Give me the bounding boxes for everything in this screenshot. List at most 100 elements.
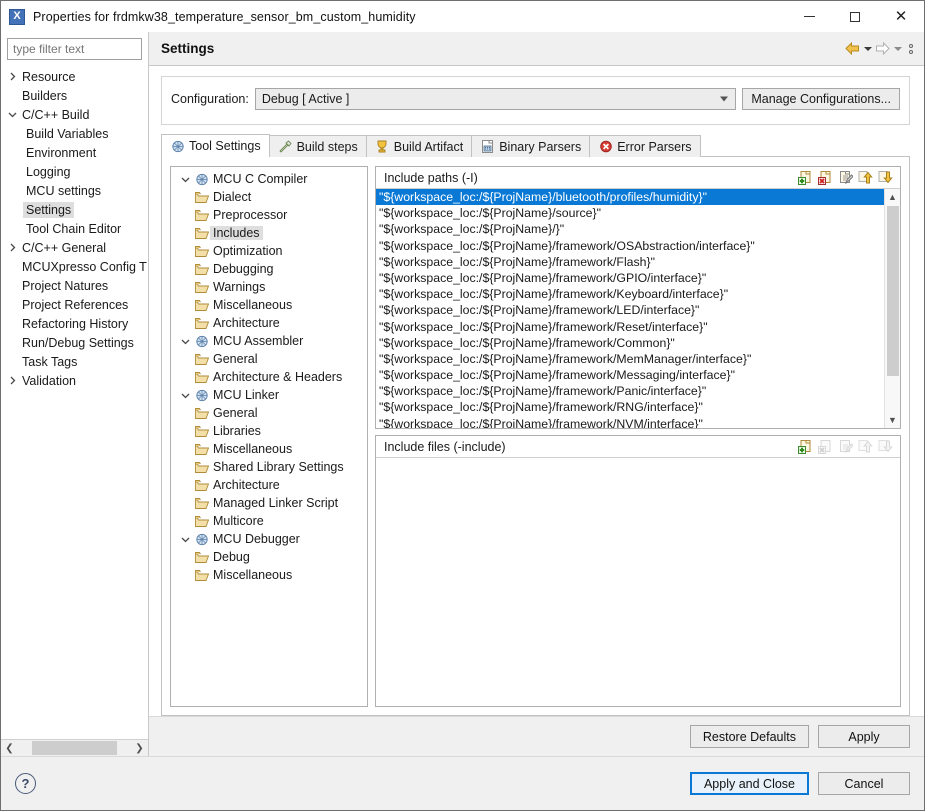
list-item[interactable]: "${workspace_loc:/${ProjName}/framework/… [376, 238, 884, 254]
tab-error-parsers[interactable]: Error Parsers [589, 135, 700, 157]
list-item[interactable]: "${workspace_loc:/${ProjName}/framework/… [376, 416, 884, 428]
scroll-left-icon[interactable]: ❮ [1, 740, 18, 756]
tool-tree-item-mcu-c-compiler[interactable]: MCU C Compiler [171, 170, 367, 188]
tool-tree-item-debug[interactable]: Debug [171, 548, 367, 566]
list-item[interactable]: "${workspace_loc:/${ProjName}/source}" [376, 205, 884, 221]
chevron-right-icon[interactable] [5, 238, 19, 257]
add-icon[interactable] [797, 438, 814, 455]
tool-tree-item-general[interactable]: General [171, 404, 367, 422]
configuration-dropdown[interactable]: Debug [ Active ] [255, 88, 737, 110]
tool-tree-item-dialect[interactable]: Dialect [171, 188, 367, 206]
tool-tree-item-miscellaneous[interactable]: Miscellaneous [171, 566, 367, 584]
scroll-down-icon[interactable]: ▼ [885, 412, 901, 428]
tool-tree-item-warnings[interactable]: Warnings [171, 278, 367, 296]
add-icon[interactable] [797, 169, 814, 186]
tool-tree-item-mcu-linker[interactable]: MCU Linker [171, 386, 367, 404]
tool-tree-item-shared-library-settings[interactable]: Shared Library Settings [171, 458, 367, 476]
tab-tool-settings[interactable]: Tool Settings [161, 134, 270, 157]
minimize-button[interactable] [786, 1, 832, 32]
tool-tree-item-debugging[interactable]: Debugging [171, 260, 367, 278]
sidebar-item-mcu-settings[interactable]: MCU settings [1, 181, 148, 200]
close-button[interactable]: ✕ [878, 1, 924, 32]
scrollbar-thumb[interactable] [887, 206, 899, 376]
sidebar-item-task-tags[interactable]: Task Tags [1, 352, 148, 371]
tool-tree-item-architecture[interactable]: Architecture [171, 314, 367, 332]
sidebar-item-builders[interactable]: Builders [1, 86, 148, 105]
back-arrow-icon[interactable] [844, 39, 861, 59]
sidebar-item-mcuxpresso-config-t[interactable]: MCUXpresso Config T [1, 257, 148, 276]
sidebar-item-build-variables[interactable]: Build Variables [1, 124, 148, 143]
list-item[interactable]: "${workspace_loc:/${ProjName}/framework/… [376, 286, 884, 302]
list-item[interactable]: "${workspace_loc:/${ProjName}/framework/… [376, 399, 884, 415]
view-menu-icon[interactable] [904, 39, 918, 59]
tool-tree-item-multicore[interactable]: Multicore [171, 512, 367, 530]
scroll-right-icon[interactable]: ❯ [131, 740, 148, 756]
tool-tree-item-includes[interactable]: Includes [171, 224, 367, 242]
list-item[interactable]: "${workspace_loc:/${ProjName}/framework/… [376, 335, 884, 351]
tab-build-artifact[interactable]: Build Artifact [366, 135, 472, 157]
filter-input[interactable] [7, 38, 142, 60]
delete-icon[interactable] [817, 169, 834, 186]
chevron-down-icon[interactable] [177, 391, 193, 400]
tool-tree-item-preprocessor[interactable]: Preprocessor [171, 206, 367, 224]
sidebar-item-project-natures[interactable]: Project Natures [1, 276, 148, 295]
settings-tree[interactable]: ResourceBuildersC/C++ BuildBuild Variabl… [1, 65, 148, 739]
include-paths-list[interactable]: "${workspace_loc:/${ProjName}/bluetooth/… [376, 189, 884, 428]
list-item[interactable]: "${workspace_loc:/${ProjName}/framework/… [376, 270, 884, 286]
list-item[interactable]: "${workspace_loc:/${ProjName}/framework/… [376, 319, 884, 335]
sidebar-item-validation[interactable]: Validation [1, 371, 148, 390]
tool-tree-item-architecture-headers[interactable]: Architecture & Headers [171, 368, 367, 386]
sidebar-item-environment[interactable]: Environment [1, 143, 148, 162]
tool-tree-item-mcu-debugger[interactable]: MCU Debugger [171, 530, 367, 548]
sidebar-item-project-references[interactable]: Project References [1, 295, 148, 314]
scrollbar-track[interactable] [18, 740, 131, 756]
tool-tree-item-miscellaneous[interactable]: Miscellaneous [171, 440, 367, 458]
apply-and-close-button[interactable]: Apply and Close [690, 772, 809, 795]
chevron-down-icon[interactable] [177, 175, 193, 184]
chevron-right-icon[interactable] [5, 67, 19, 86]
chevron-down-icon[interactable] [5, 105, 19, 124]
tool-tree-item-managed-linker-script[interactable]: Managed Linker Script [171, 494, 367, 512]
cancel-button[interactable]: Cancel [818, 772, 910, 795]
sidebar-item-logging[interactable]: Logging [1, 162, 148, 181]
edit-icon[interactable] [837, 169, 854, 186]
tool-tree[interactable]: MCU C CompilerDialectPreprocessorInclude… [170, 166, 368, 707]
horizontal-scrollbar[interactable]: ❮ ❯ [1, 739, 148, 756]
sidebar-item-c-c-build[interactable]: C/C++ Build [1, 105, 148, 124]
move-up-icon[interactable] [857, 169, 874, 186]
restore-defaults-button[interactable]: Restore Defaults [690, 725, 809, 748]
back-history-dropdown-icon[interactable] [863, 39, 872, 59]
chevron-down-icon[interactable] [177, 535, 193, 544]
chevron-down-icon[interactable] [177, 337, 193, 346]
list-item[interactable]: "${workspace_loc:/${ProjName}/framework/… [376, 383, 884, 399]
sidebar-item-refactoring-history[interactable]: Refactoring History [1, 314, 148, 333]
list-item[interactable]: "${workspace_loc:/${ProjName}/framework/… [376, 254, 884, 270]
list-item[interactable]: "${workspace_loc:/${ProjName}/bluetooth/… [376, 189, 884, 205]
help-icon[interactable]: ? [15, 773, 36, 794]
tool-tree-item-architecture[interactable]: Architecture [171, 476, 367, 494]
tool-tree-item-optimization[interactable]: Optimization [171, 242, 367, 260]
list-item[interactable]: "${workspace_loc:/${ProjName}/}" [376, 221, 884, 237]
list-item[interactable]: "${workspace_loc:/${ProjName}/framework/… [376, 302, 884, 318]
scroll-up-icon[interactable]: ▲ [885, 189, 901, 205]
move-down-icon[interactable] [877, 169, 894, 186]
chevron-right-icon[interactable] [5, 371, 19, 390]
sidebar-item-settings[interactable]: Settings [1, 200, 148, 219]
tool-tree-item-general[interactable]: General [171, 350, 367, 368]
sidebar-item-run-debug-settings[interactable]: Run/Debug Settings [1, 333, 148, 352]
manage-configurations-button[interactable]: Manage Configurations... [742, 88, 900, 110]
scrollbar-thumb[interactable] [32, 741, 117, 755]
apply-button[interactable]: Apply [818, 725, 910, 748]
tool-tree-item-miscellaneous[interactable]: Miscellaneous [171, 296, 367, 314]
tab-binary-parsers[interactable]: Binary Parsers [471, 135, 590, 157]
sidebar-item-c-c-general[interactable]: C/C++ General [1, 238, 148, 257]
sidebar-item-resource[interactable]: Resource [1, 67, 148, 86]
sidebar-item-tool-chain-editor[interactable]: Tool Chain Editor [1, 219, 148, 238]
include-paths-scrollbar[interactable]: ▲ ▼ [884, 189, 900, 428]
list-item[interactable]: "${workspace_loc:/${ProjName}/framework/… [376, 367, 884, 383]
tab-build-steps[interactable]: Build steps [269, 135, 367, 157]
tool-tree-item-libraries[interactable]: Libraries [171, 422, 367, 440]
list-item[interactable]: "${workspace_loc:/${ProjName}/framework/… [376, 351, 884, 367]
include-files-list[interactable] [376, 458, 900, 706]
maximize-button[interactable] [832, 1, 878, 32]
